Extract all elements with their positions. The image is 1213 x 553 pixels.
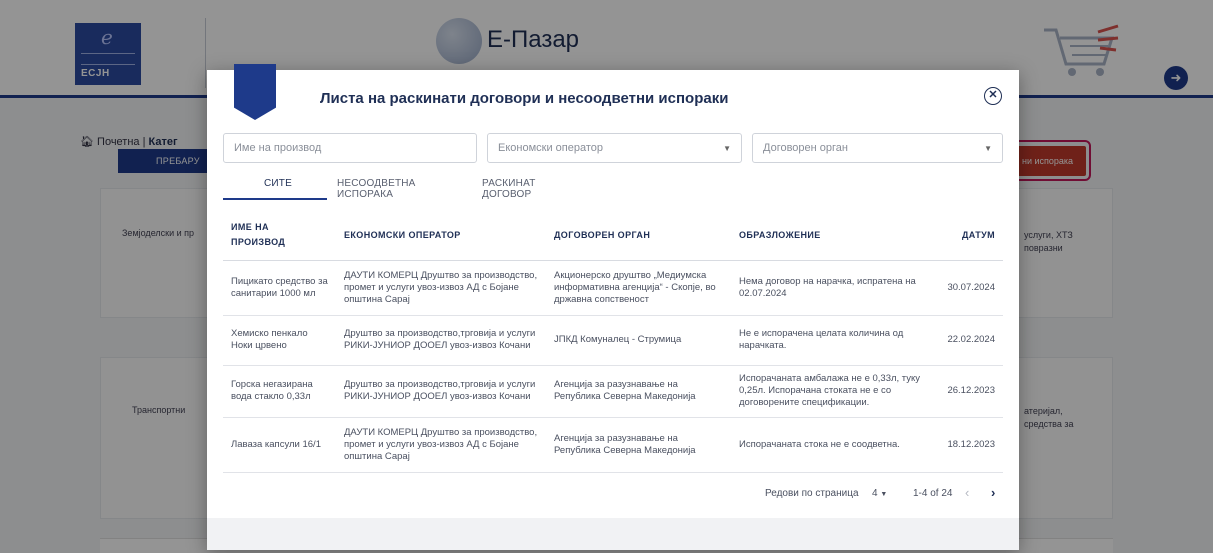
cell-reason: Нема договор на нарачка, испратена на 02… [731, 260, 931, 316]
bookmark-ribbon-icon [234, 64, 276, 120]
cell-authority: Агенција за разузнавање на Република Сев… [546, 417, 731, 473]
chevron-down-icon[interactable]: ▼ [984, 144, 992, 153]
close-icon[interactable]: ✕ [984, 87, 1002, 105]
cell-product: Горска негазирана вода стакло 0,33л [223, 365, 336, 418]
column-header-operator[interactable]: ЕКОНОМСКИ ОПЕРАТОР [336, 210, 546, 261]
cell-date: 26.12.2023 [931, 365, 1003, 418]
product-name-input[interactable] [224, 134, 476, 162]
cell-operator: ДАУТИ КОМЕРЦ Друштво за производство, пр… [336, 417, 546, 473]
prev-page-icon[interactable]: ‹ [965, 485, 969, 500]
economic-operator-input[interactable] [488, 134, 741, 162]
column-header-reason[interactable]: ОБРАЗЛОЖЕНИЕ [731, 210, 931, 261]
cell-reason: Не е испорачена целата количина од нарач… [731, 315, 931, 366]
rows-per-page-value[interactable]: 4 [872, 488, 878, 499]
cell-authority: ЈПКД Комуналец - Струмица [546, 315, 731, 366]
cell-date: 22.02.2024 [931, 315, 1003, 366]
cell-reason: Испорачаната стока не е соодветна. [731, 417, 931, 473]
table-header-row: ИМЕ НА ПРОИЗВОД ЕКОНОМСКИ ОПЕРАТОР ДОГОВ… [223, 210, 1003, 261]
modal-title: Листа на раскинати договори и несоодветн… [320, 90, 729, 107]
cell-operator: Друштво за производство,трговија и услуг… [336, 315, 546, 366]
cell-product: Хемиско пенкало Ноки црвено [223, 315, 336, 366]
cell-authority: Акционерско друштво „Медиумска информати… [546, 260, 731, 316]
cell-operator: Друштво за производство,трговија и услуг… [336, 365, 546, 418]
cell-operator: ДАУТИ КОМЕРЦ Друштво за производство, пр… [336, 260, 546, 316]
cell-date: 18.12.2023 [931, 417, 1003, 473]
economic-operator-filter[interactable]: ▼ [487, 133, 742, 163]
table-row[interactable]: Лаваза капсули 16/1 ДАУТИ КОМЕРЦ Друштво… [223, 417, 1003, 473]
chevron-down-icon[interactable]: ▼ [880, 491, 887, 498]
tab-terminated-contract[interactable]: РАСКИНАТ ДОГОВОР [482, 178, 536, 200]
table-row[interactable]: Горска негазирана вода стакло 0,33л Друш… [223, 365, 1003, 418]
cell-date: 30.07.2024 [931, 260, 1003, 316]
contracting-authority-input[interactable] [753, 134, 1002, 162]
rows-per-page-label: Редови по страница [765, 488, 859, 499]
column-header-product-line2: ПРОИЗВОД [231, 237, 286, 248]
chevron-down-icon[interactable]: ▼ [723, 144, 731, 153]
table-row[interactable]: Хемиско пенкало Ноки црвено Друштво за п… [223, 315, 1003, 366]
modal-footer [207, 518, 1019, 550]
active-tab-indicator [223, 198, 327, 200]
column-header-product[interactable]: ИМЕ НА ПРОИЗВОД [223, 210, 336, 261]
product-name-filter[interactable] [223, 133, 477, 163]
contracting-authority-filter[interactable]: ▼ [752, 133, 1003, 163]
cell-product: Пицикато средство за санитарии 1000 мл [223, 260, 336, 316]
column-header-date[interactable]: ДАТУМ [931, 210, 1003, 261]
contracts-table: ИМЕ НА ПРОИЗВОД ЕКОНОМСКИ ОПЕРАТОР ДОГОВ… [223, 210, 1003, 473]
page-range: 1-4 of 24 [913, 488, 953, 499]
table-row[interactable]: Пицикато средство за санитарии 1000 мл Д… [223, 260, 1003, 316]
tab-inadequate-delivery[interactable]: НЕСООДВЕТНА ИСПОРАКА [337, 178, 416, 200]
pagination: Редови по страница 4 ▼ 1-4 of 24 ‹ › [223, 475, 1003, 511]
terminated-contracts-modal: Листа на раскинати договори и несоодветн… [207, 64, 1019, 550]
cell-reason: Испорачаната амбалажа не е 0,33л, туку 0… [731, 365, 931, 418]
cell-authority: Агенција за разузнавање на Република Сев… [546, 365, 731, 418]
next-page-icon[interactable]: › [991, 485, 995, 500]
column-header-product-line1: ИМЕ НА [231, 222, 269, 233]
column-header-authority[interactable]: ДОГОВОРЕН ОРГАН [546, 210, 731, 261]
tab-all[interactable]: СИТЕ [264, 178, 292, 189]
cell-product: Лаваза капсули 16/1 [223, 417, 336, 473]
rows-per-page-select[interactable]: 4 ▼ [872, 488, 887, 499]
